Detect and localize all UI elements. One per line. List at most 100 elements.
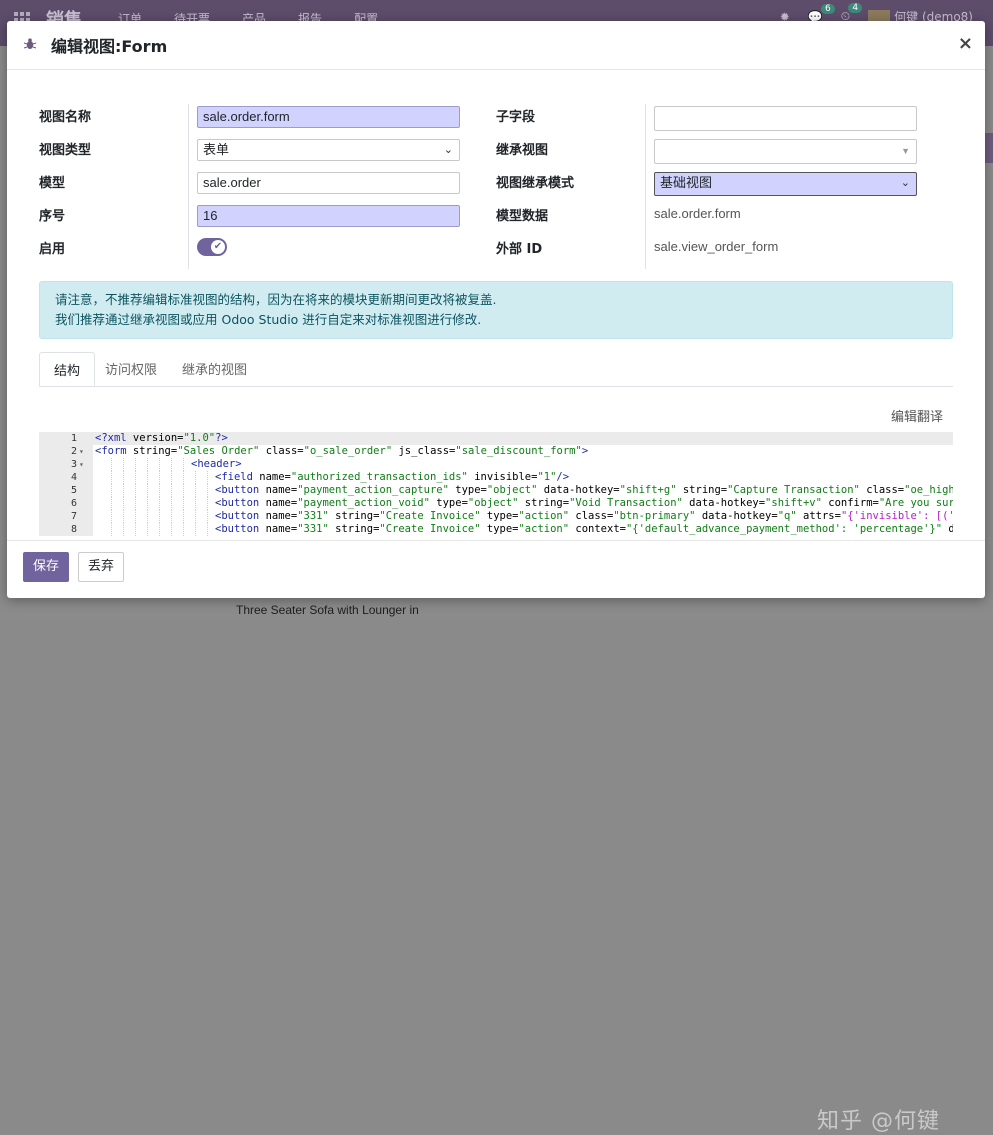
indent-guide <box>195 484 197 497</box>
indent-guide <box>207 523 209 536</box>
edit-translations-link[interactable]: 编辑翻译 <box>891 406 943 425</box>
fold-toggle-icon[interactable]: ▾ <box>79 445 84 458</box>
bug-icon <box>23 38 37 49</box>
code-text: <button name="331" string="Create Invoic… <box>215 510 953 522</box>
background-button <box>985 133 993 163</box>
tab-structure[interactable]: 结构 <box>39 352 96 386</box>
view-name-input[interactable]: sale.order.form <box>197 106 460 128</box>
child-field-input[interactable] <box>654 106 917 131</box>
inheritance-mode-value: 基础视图 <box>660 175 713 190</box>
check-icon: ✔ <box>211 240 225 254</box>
line-number: 4 <box>70 472 77 483</box>
line-number: 3 <box>70 459 77 470</box>
line-number: 6 <box>70 498 77 509</box>
label-view-type: 视图类型 <box>39 143 92 158</box>
indent-guide <box>207 471 209 484</box>
label-view-name: 视图名称 <box>39 110 92 125</box>
background-product-text: Three Seater Sofa with Lounger in <box>236 603 419 617</box>
model-input[interactable]: sale.order <box>197 172 460 194</box>
tab-inherited-views[interactable]: 继承的视图 <box>168 352 261 385</box>
code-text: <button name="payment_action_capture" ty… <box>215 484 953 496</box>
line-number: 8 <box>70 524 77 535</box>
indent-guide <box>123 523 125 536</box>
indent-guide <box>159 497 161 510</box>
code-line[interactable]: 1 <?xml version="1.0"?> <box>39 432 953 445</box>
fold-toggle-icon[interactable]: ▾ <box>79 458 84 471</box>
indent-guide <box>171 523 173 536</box>
indent-guide <box>159 458 161 471</box>
indent-guide <box>195 471 197 484</box>
indent-guide <box>111 497 113 510</box>
inherited-view-input[interactable]: ▼ <box>654 139 917 164</box>
indent-guide <box>123 497 125 510</box>
code-line[interactable]: 4 <field name="authorized_transaction_ids… <box>39 471 953 484</box>
discard-button[interactable]: 丢弃 <box>78 552 124 582</box>
line-number: 7 <box>70 511 77 522</box>
code-line[interactable]: 8 <button name="331" string="Create Invoi… <box>39 523 953 536</box>
tab-access-rights[interactable]: 访问权限 <box>91 352 171 385</box>
indent-guide <box>171 497 173 510</box>
dialog-footer: 保存 丢弃 知乎 @何键 <box>7 540 985 1134</box>
caret-down-icon[interactable]: ▼ <box>901 143 910 159</box>
warning-alert: 请注意，不推荐编辑标准视图的结构，因为在将来的模块更新期间更改将被复盖. 我们推… <box>39 281 953 339</box>
chevron-down-icon: ⌄ <box>900 177 910 189</box>
label-child-field: 子字段 <box>496 110 536 125</box>
sequence-input[interactable]: 16 <box>197 205 460 227</box>
code-text: <?xml version="1.0"?> <box>95 432 228 444</box>
active-toggle[interactable]: ✔ <box>197 238 227 256</box>
indent-guide <box>123 458 125 471</box>
code-text: <button name="payment_action_void" type=… <box>215 497 953 509</box>
code-line[interactable]: 5 <button name="payment_action_capture" t… <box>39 484 953 497</box>
label-view-inheritance-mode: 视图继承模式 <box>496 176 575 191</box>
left-group-separator <box>188 104 189 269</box>
alert-line-2: 我们推荐通过继承视图或应用 Odoo Studio 进行自定来对标准视图进行修改… <box>55 312 482 327</box>
chat-badge: 6 <box>821 3 835 14</box>
close-icon[interactable]: × <box>958 33 973 54</box>
external-id-value: sale.view_order_form <box>654 239 779 254</box>
indent-guide <box>135 497 137 510</box>
indent-guide <box>183 510 185 523</box>
label-model-data: 模型数据 <box>496 209 549 224</box>
view-type-select[interactable]: 表单 ⌄ <box>197 139 460 161</box>
indent-guide <box>147 484 149 497</box>
indent-guide <box>111 458 113 471</box>
indent-guide <box>111 484 113 497</box>
indent-guide <box>123 484 125 497</box>
code-line[interactable]: 7 <button name="331" string="Create Invoi… <box>39 510 953 523</box>
edit-view-dialog: 编辑视图:Form × 视图名称 视图类型 模型 序号 启用 sale.orde… <box>7 21 985 1134</box>
dialog-header: 编辑视图:Form × <box>7 21 985 70</box>
dialog-body: 视图名称 视图类型 模型 序号 启用 sale.order.form 表单 ⌄ … <box>7 70 985 540</box>
indent-guide <box>171 510 173 523</box>
notebook-tabs: 结构 访问权限 继承的视图 <box>39 352 953 387</box>
code-text: <field name="authorized_transaction_ids"… <box>215 471 570 483</box>
chevron-down-icon: ⌄ <box>443 144 453 156</box>
indent-guide <box>171 458 173 471</box>
indent-guide <box>195 497 197 510</box>
indent-guide <box>207 510 209 523</box>
indent-guide <box>159 471 161 484</box>
indent-guide <box>123 510 125 523</box>
save-button[interactable]: 保存 <box>23 552 69 582</box>
code-line[interactable]: 6 <button name="payment_action_void" type… <box>39 497 953 510</box>
indent-guide <box>159 484 161 497</box>
indent-guide <box>195 510 197 523</box>
indent-guide <box>183 458 185 471</box>
arch-code-editor[interactable]: 1 <?xml version="1.0"?> 2 ▾ <form string="Sa… <box>39 432 953 536</box>
code-text: <button name="331" string="Create Invoic… <box>215 523 953 535</box>
label-sequence: 序号 <box>39 209 66 224</box>
code-line[interactable]: 2 ▾ <form string="Sales Order" class="o_sa… <box>39 445 953 458</box>
label-model: 模型 <box>39 176 66 191</box>
indent-guide <box>135 471 137 484</box>
inheritance-mode-select[interactable]: 基础视图 ⌄ <box>654 172 917 196</box>
code-line[interactable]: 3 ▾ <header> <box>39 458 953 471</box>
indent-guide <box>123 471 125 484</box>
code-text: <form string="Sales Order" class="o_sale… <box>95 445 589 457</box>
indent-guide <box>147 523 149 536</box>
indent-guide <box>195 523 197 536</box>
activity-badge: 4 <box>848 3 863 14</box>
watermark: 知乎 @何键 <box>817 1109 940 1134</box>
indent-guide <box>183 497 185 510</box>
indent-guide <box>207 497 209 510</box>
indent-guide <box>171 471 173 484</box>
model-data-value[interactable]: sale.order.form <box>654 206 741 221</box>
